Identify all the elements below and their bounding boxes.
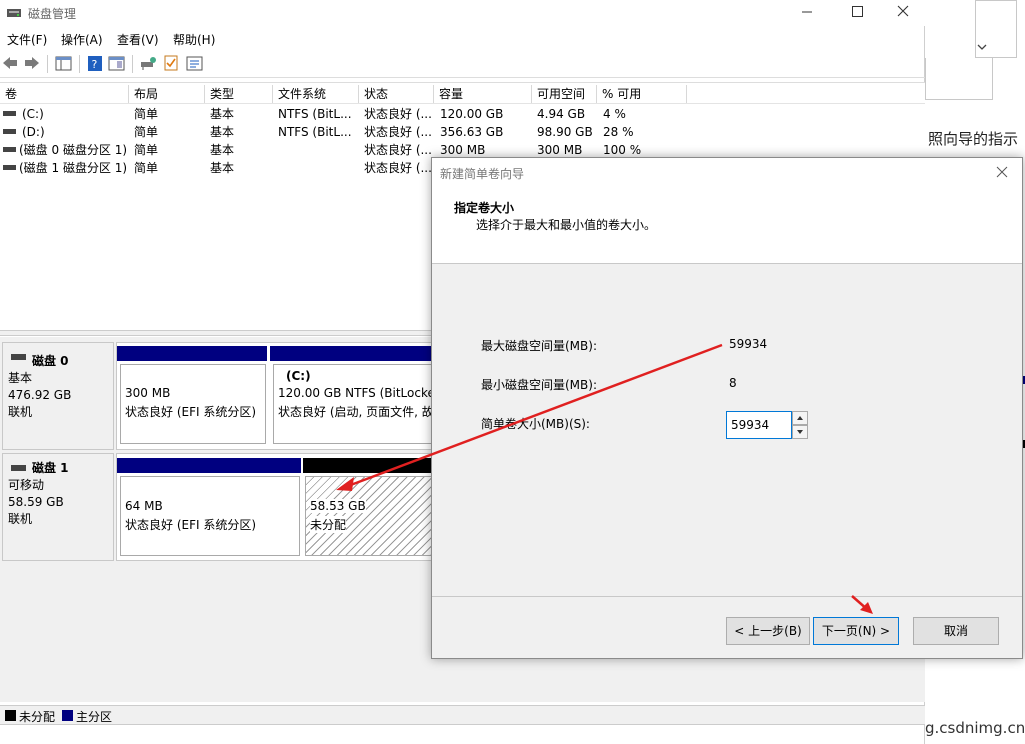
annotation-arrow-to-next: [851, 595, 873, 614]
annotation-arrows-overlay: [336, 343, 873, 614]
annotation-arrow-to-unallocated: [336, 343, 723, 491]
